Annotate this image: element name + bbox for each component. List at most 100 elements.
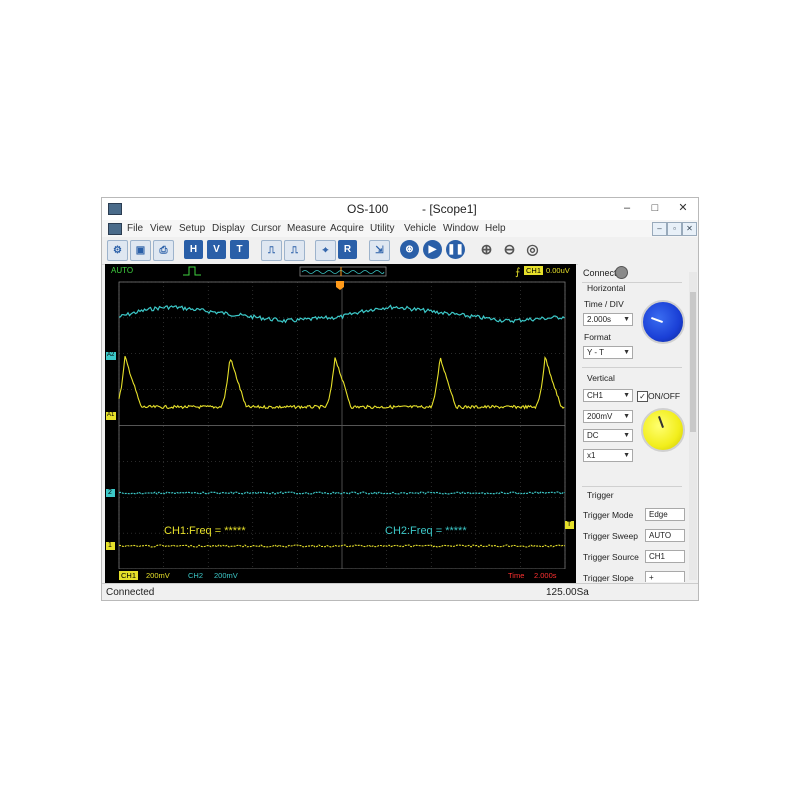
probe-value: x1 [587, 451, 596, 460]
settings-disc-icon[interactable]: ◎ [523, 240, 542, 259]
trigger-slope-label: Trigger Slope [583, 573, 634, 582]
trigger-preview: ⨍ [183, 266, 520, 278]
menu-view[interactable]: View [150, 223, 172, 234]
probe-select[interactable]: x1 ▼ [583, 449, 633, 462]
trigger-pulse-icon [183, 266, 201, 276]
pulse-measure-icon[interactable]: ⎍ [261, 240, 282, 261]
knob-indicator-icon [651, 317, 663, 323]
volts-div-value: 200mV [587, 412, 613, 421]
marker-2: 2 [108, 489, 112, 496]
maximize-button[interactable]: □ [641, 198, 669, 218]
menu-utility[interactable]: Utility [370, 223, 394, 234]
menu-display[interactable]: Display [212, 223, 245, 234]
coupling-select[interactable]: DC ▼ [583, 429, 633, 442]
horizontal-tool-button[interactable]: H [184, 240, 203, 259]
scope-info-strip: CH1 200mV CH2 200mV Time 2.000s [105, 569, 576, 583]
scope-display[interactable]: A2 A1 2 1 T CH1:Freq = ***** CH2:Freq = … [105, 279, 576, 581]
chevron-down-icon: ▼ [623, 432, 630, 439]
cursor-icon[interactable]: ⌖ [315, 240, 336, 261]
zoom-in-icon[interactable]: ⊕ [477, 240, 496, 259]
auto-set-icon[interactable]: ⊛ [400, 240, 419, 259]
chevron-down-icon: ▼ [623, 349, 630, 356]
menu-bar: File View Setup Display Cursor Measure A… [102, 220, 698, 237]
trigger-tool-button[interactable]: T [230, 240, 249, 259]
vertical-title: Vertical [587, 373, 615, 383]
scope-status-strip: AUTO ⨍ CH1 0.00uV [105, 264, 576, 279]
time-value: 2.000s [534, 571, 557, 580]
volts-div-select[interactable]: 200mV ▼ [583, 410, 633, 423]
control-panel: Connect Horizontal Time / DIV 2.000s ▼ Fo… [578, 264, 698, 582]
menu-measure[interactable]: Measure [287, 223, 326, 234]
format-select[interactable]: Y - T ▼ [583, 346, 633, 359]
trigger-source-label: Trigger Source [583, 552, 639, 562]
pulse-list-icon[interactable]: ⎍ [284, 240, 305, 261]
oscilloscope-window: OS-100 - [Scope1] – □ ✕ File View Setup … [101, 197, 699, 601]
document-title: - [Scope1] [422, 202, 477, 216]
onoff-checkbox[interactable]: ✓ [637, 391, 648, 402]
connect-label: Connect [583, 268, 617, 278]
format-label: Format [584, 332, 611, 342]
panel-scrollbar[interactable] [689, 272, 697, 580]
trigger-mode-field[interactable]: Edge [645, 508, 685, 521]
marker-a2: A2 [107, 352, 115, 358]
vertical-separator [582, 367, 682, 368]
trigger-position-marker [336, 281, 344, 290]
ch2-scale-value: 200mV [214, 571, 238, 580]
status-bar: Connected 125.00Sa [102, 583, 698, 600]
menu-file[interactable]: File [127, 223, 143, 234]
vertical-tool-button[interactable]: V [207, 240, 226, 259]
format-value: Y - T [587, 348, 605, 357]
connect-tool-icon[interactable]: ⚙ [107, 240, 128, 261]
trigger-edge-icon: ⨍ [515, 267, 520, 278]
trigger-source-field[interactable]: CH1 [645, 550, 685, 563]
marker-t: T [567, 521, 572, 528]
save-icon[interactable]: ▣ [130, 240, 151, 261]
close-button[interactable]: ✕ [669, 198, 697, 218]
menu-help[interactable]: Help [485, 223, 506, 234]
trigger-sweep-field[interactable]: AUTO [645, 529, 685, 542]
print-icon[interactable]: ⎙ [153, 240, 174, 261]
title-bar: OS-100 - [Scope1] – □ ✕ [102, 198, 698, 220]
toolbar: ⚙ ▣ ⎙ H V T ⎍ ⎍ ⌖ R ⇲ ⊛ ▶ ❚❚ ⊕ ⊖ ◎ [102, 238, 698, 265]
mdi-close-icon[interactable]: ✕ [682, 222, 697, 236]
reference-button[interactable]: R [338, 240, 357, 259]
vertical-knob[interactable] [641, 408, 685, 452]
panel-scroll-thumb[interactable] [690, 292, 696, 432]
zoom-out-icon[interactable]: ⊖ [500, 240, 519, 259]
menu-setup[interactable]: Setup [179, 223, 205, 234]
time-div-select[interactable]: 2.000s ▼ [583, 313, 633, 326]
knob-indicator-icon [658, 416, 664, 428]
mdi-restore-icon[interactable]: ▫ [667, 222, 682, 236]
ch2-frequency: CH2:Freq = ***** [385, 525, 467, 537]
export-icon[interactable]: ⇲ [369, 240, 390, 261]
ch1-frequency: CH1:Freq = ***** [164, 525, 246, 537]
channel-value: CH1 [587, 391, 604, 400]
minimize-button[interactable]: – [613, 198, 641, 218]
trigger-sweep-label: Trigger Sweep [583, 531, 638, 541]
run-icon[interactable]: ▶ [423, 240, 442, 259]
ch1-scale-value: 200mV [146, 571, 170, 580]
trigger-level: 0.00uV [546, 266, 570, 275]
horizontal-knob[interactable] [641, 300, 685, 344]
sample-rate: 125.00Sa [546, 587, 589, 598]
trigger-slope-field[interactable]: + [645, 571, 685, 582]
horizontal-title: Horizontal [587, 283, 626, 293]
overview-trace [301, 270, 385, 274]
ch1-scale-tag: CH1 [119, 571, 139, 580]
channel-select[interactable]: CH1 ▼ [583, 389, 633, 402]
trigger-title: Trigger [587, 490, 614, 500]
menu-window[interactable]: Window [443, 223, 479, 234]
chevron-down-icon: ▼ [623, 316, 630, 323]
trigger-separator [582, 486, 682, 487]
menu-acquire[interactable]: Acquire [330, 223, 364, 234]
mdi-minimize-icon[interactable]: – [652, 222, 667, 236]
menu-vehicle[interactable]: Vehicle [404, 223, 436, 234]
pause-icon[interactable]: ❚❚ [446, 240, 465, 259]
chevron-down-icon: ▼ [623, 413, 630, 420]
window-title: OS-100 [347, 202, 389, 216]
connect-status-icon[interactable] [615, 266, 628, 279]
marker-1: 1 [108, 542, 112, 549]
menu-cursor[interactable]: Cursor [251, 223, 281, 234]
chevron-down-icon: ▼ [623, 392, 630, 399]
document-icon [108, 223, 122, 235]
